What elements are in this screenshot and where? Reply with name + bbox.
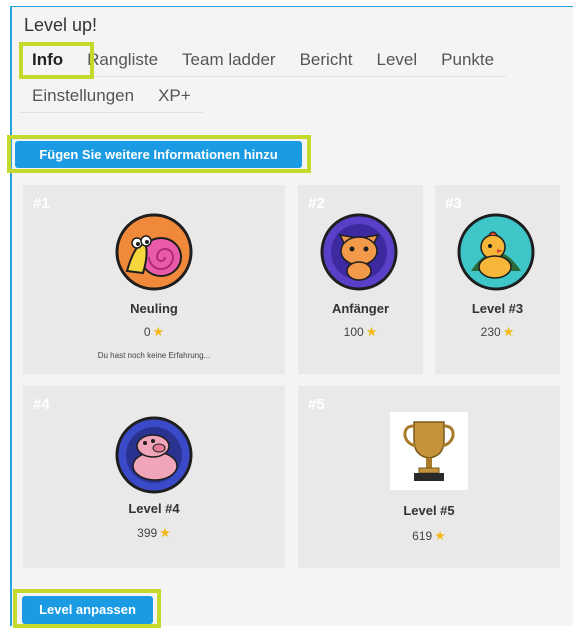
tab-team-ladder[interactable]: Team ladder <box>170 44 288 76</box>
tab-punkte[interactable]: Punkte <box>429 44 506 76</box>
star-icon: ★ <box>159 525 171 540</box>
level-points: 100 ★ <box>343 324 378 339</box>
level-points: 230 ★ <box>480 324 515 339</box>
tab-bar-row2: Einstellungen XP+ <box>20 80 203 113</box>
level-number: #2 <box>308 195 325 212</box>
snail-icon <box>115 213 193 291</box>
tab-einstellungen[interactable]: Einstellungen <box>20 80 146 112</box>
level-name: Anfänger <box>331 301 390 316</box>
trophy-icon <box>403 421 455 481</box>
level-name: Neuling <box>130 301 178 316</box>
trophy-image <box>390 412 468 490</box>
level-points: 399 ★ <box>137 525 171 540</box>
level-card-3[interactable]: #3 Level #3 230 ★ <box>435 185 560 374</box>
level-name: Level #4 <box>128 501 180 516</box>
chick-icon <box>457 213 535 291</box>
add-info-button[interactable]: Fügen Sie weitere Informationen hinzu <box>15 141 302 168</box>
level-name: Level #5 <box>403 503 455 518</box>
level-number: #3 <box>445 195 462 212</box>
tab-level[interactable]: Level <box>365 44 430 76</box>
level-points: 0 ★ <box>143 324 165 339</box>
level-name: Level #3 <box>471 301 524 316</box>
level-number: #1 <box>33 195 50 212</box>
star-icon: ★ <box>502 324 515 339</box>
level-description: Du hast noch keine Erfahrung... <box>97 351 211 360</box>
level-card-2[interactable]: #2 Anfänger 100 ★ <box>298 185 423 374</box>
tab-xp-plus[interactable]: XP+ <box>146 80 203 112</box>
cat-icon <box>320 213 398 291</box>
level-card-4[interactable]: #4 Level #4 399 ★ <box>23 386 285 568</box>
tab-bericht[interactable]: Bericht <box>288 44 365 76</box>
level-number: #4 <box>33 396 50 413</box>
info-tab-highlight <box>19 42 94 79</box>
level-card-1[interactable]: #1 Neuling 0 ★ Du hast noch keine Erfahru… <box>23 185 285 374</box>
adjust-levels-button[interactable]: Level anpassen <box>22 596 153 624</box>
level-card-5[interactable]: #5 Level #5 619 ★ <box>298 386 560 568</box>
level-number: #5 <box>308 396 325 413</box>
page-title: Level up! <box>24 15 98 35</box>
star-icon: ★ <box>152 324 165 339</box>
star-icon: ★ <box>434 528 446 543</box>
level-points: 619 ★ <box>412 528 446 543</box>
star-icon: ★ <box>365 324 378 339</box>
pig-icon <box>115 416 193 494</box>
